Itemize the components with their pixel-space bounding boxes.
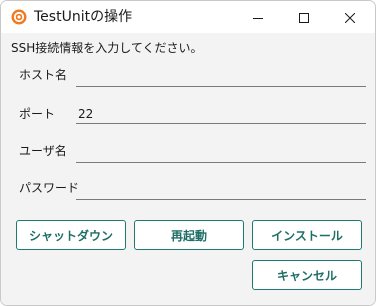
close-icon (344, 8, 356, 27)
instruction-text: SSH接続情報を入力してください。 (11, 41, 203, 55)
maximize-button[interactable] (281, 1, 327, 33)
restart-button[interactable]: 再起動 (134, 220, 244, 250)
close-button[interactable] (327, 1, 373, 33)
shutdown-button[interactable]: シャットダウン (16, 220, 126, 250)
window-title: TestUnitの操作 (34, 9, 133, 25)
minimize-button[interactable] (235, 1, 281, 33)
dialog-window: TestUnitの操作 SSH接続情報を入力してください。 ホスト名 ポート ユ… (0, 0, 376, 306)
title-bar[interactable]: TestUnitの操作 (1, 1, 375, 33)
port-input[interactable] (76, 104, 366, 124)
install-button[interactable]: インストール (252, 220, 362, 250)
minimize-icon (253, 8, 263, 27)
password-input[interactable] (76, 180, 366, 200)
password-label: パスワード (19, 181, 80, 195)
app-icon (11, 9, 27, 25)
port-label: ポート (19, 107, 56, 121)
dialog-content: SSH接続情報を入力してください。 ホスト名 ポート ユーザ名 パスワード シャ… (1, 33, 375, 305)
maximize-icon (299, 8, 309, 27)
user-input[interactable] (76, 143, 366, 163)
host-label: ホスト名 (19, 68, 68, 82)
host-input[interactable] (76, 67, 366, 87)
user-label: ユーザ名 (19, 144, 67, 158)
cancel-button[interactable]: キャンセル (252, 260, 362, 290)
